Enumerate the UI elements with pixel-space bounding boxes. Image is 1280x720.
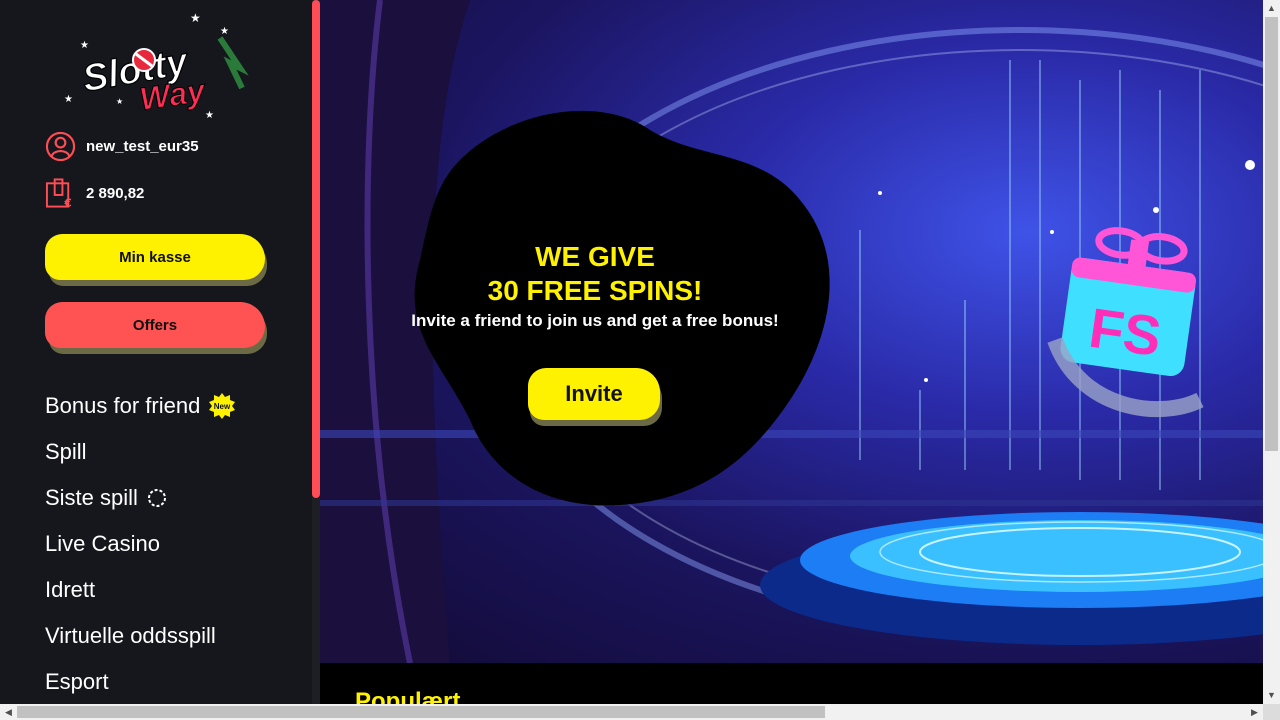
sidebar-item-label: Idrett	[45, 577, 96, 602]
offers-button[interactable]: Offers	[45, 302, 267, 354]
cashier-button[interactable]: Min kasse	[45, 234, 267, 286]
sidebar-item-idrett[interactable]: Idrett	[45, 567, 236, 613]
user-profile[interactable]: new_test_eur35	[45, 130, 199, 162]
svg-text:★: ★	[116, 97, 123, 106]
promo-text-block: WE GIVE 30 FREE SPINS! Invite a friend t…	[410, 240, 780, 332]
promo-banner[interactable]: FS WE GIVE 30 FREE SPINS! Invite a frien…	[320, 0, 1263, 663]
section-title: Populært	[355, 688, 461, 704]
sidebar-item-live-casino[interactable]: Live Casino	[45, 521, 236, 567]
cashier-button-label[interactable]: Min kasse	[45, 234, 265, 280]
sidebar-nav: Bonus for friend New Spill Siste spill L…	[45, 383, 236, 705]
sidebar-item-spill[interactable]: Spill	[45, 429, 236, 475]
sidebar-item-label: Spill	[45, 439, 87, 464]
page-scrollbar-vertical-thumb[interactable]	[1265, 17, 1278, 451]
scroll-left-arrow-icon[interactable]: ◀	[0, 704, 17, 720]
page-scrollbar-horizontal-thumb[interactable]	[17, 706, 825, 718]
sidebar-item-esport[interactable]: Esport	[45, 659, 236, 705]
svg-text:★: ★	[80, 40, 89, 51]
new-badge-text: New	[214, 402, 231, 411]
sidebar-item-bonus-for-friend[interactable]: Bonus for friend New	[45, 383, 236, 429]
user-icon	[45, 131, 76, 161]
scroll-right-arrow-icon[interactable]: ▶	[1246, 704, 1263, 720]
svg-text:★: ★	[190, 11, 201, 25]
invite-button-label[interactable]: Invite	[528, 368, 660, 420]
sidebar-scrollbar-thumb[interactable]	[312, 0, 320, 498]
offers-button-label[interactable]: Offers	[45, 302, 265, 348]
loading-icon	[147, 489, 166, 507]
sidebar-item-label: Virtuelle oddsspill	[45, 623, 216, 648]
sidebar: ★ ★ ★ ★ ★ ★ Slotty Way new_test_eur35 € …	[0, 0, 320, 704]
sidebar-item-label: Live Casino	[45, 531, 160, 556]
slottyway-logo[interactable]: ★ ★ ★ ★ ★ ★ Slotty Way	[60, 8, 250, 120]
wallet-euro-icon: €	[45, 178, 72, 209]
promo-subtitle: Invite a friend to join us and get a fre…	[411, 311, 779, 330]
username: new_test_eur35	[86, 137, 199, 155]
svg-text:★: ★	[220, 26, 229, 37]
new-badge-icon: New	[209, 393, 236, 419]
sidebar-item-label: Bonus for friend	[45, 393, 201, 418]
promo-headline-line2: 30 FREE SPINS!	[487, 275, 703, 306]
sidebar-item-virtuelle-oddsspill[interactable]: Virtuelle oddsspill	[45, 613, 236, 659]
promo-headline-line1: WE GIVE	[535, 241, 655, 272]
svg-text:★: ★	[64, 94, 73, 105]
svg-text:€: €	[63, 197, 71, 209]
scroll-up-arrow-icon[interactable]: ▲	[1263, 0, 1280, 17]
scrollbar-corner	[1263, 704, 1280, 720]
balance[interactable]: € 2 890,82	[45, 177, 144, 209]
svg-text:★: ★	[205, 110, 214, 120]
invite-button[interactable]: Invite	[528, 368, 662, 426]
sidebar-item-label: Esport	[45, 669, 109, 694]
sidebar-item-label: Siste spill	[45, 485, 138, 510]
app-root: ★ ★ ★ ★ ★ ★ Slotty Way new_test_eur35 € …	[0, 0, 1280, 720]
gift-text: FS	[1085, 296, 1165, 368]
main-content: FS WE GIVE 30 FREE SPINS! Invite a frien…	[320, 0, 1263, 704]
sidebar-item-siste-spill[interactable]: Siste spill	[45, 475, 236, 521]
balance-value: 2 890,82	[86, 184, 145, 202]
scroll-down-arrow-icon[interactable]: ▼	[1263, 687, 1280, 704]
